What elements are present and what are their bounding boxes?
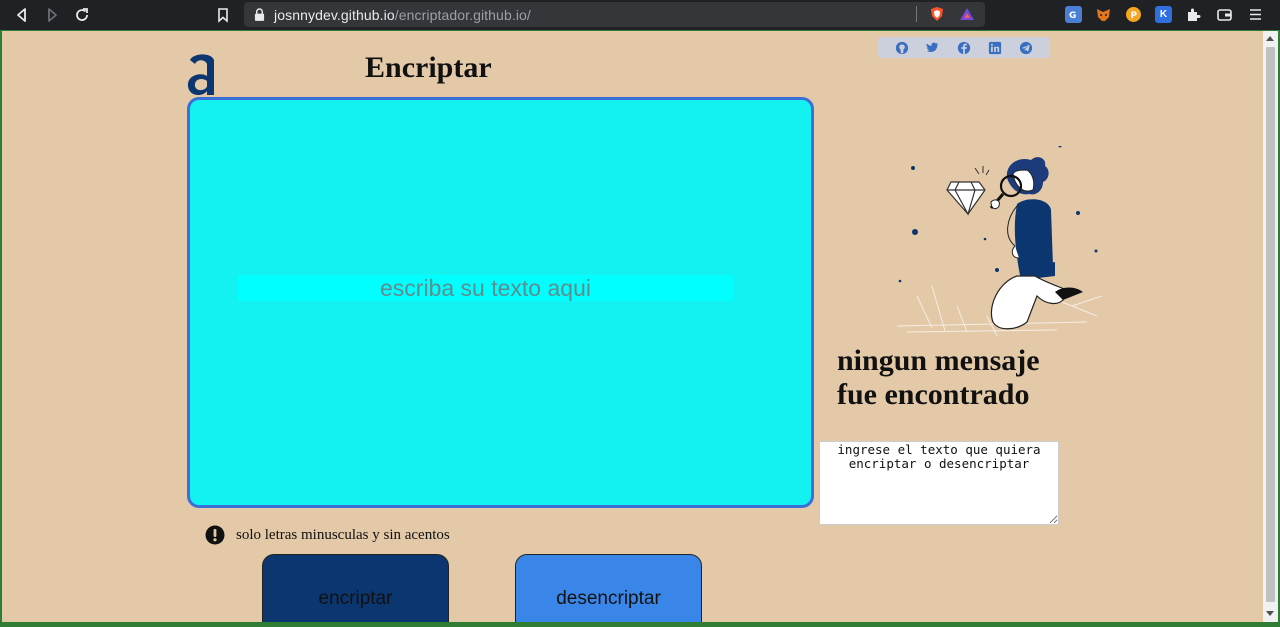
urlbar-divider — [916, 6, 917, 22]
address-bar[interactable]: josnnydev.github.io/encriptador.github.i… — [244, 2, 985, 27]
decrypt-button[interactable]: desencriptar — [515, 554, 702, 622]
scroll-up-icon[interactable] — [1266, 36, 1274, 41]
output-textarea[interactable] — [819, 441, 1059, 525]
scroll-down-icon[interactable] — [1266, 611, 1274, 616]
empty-message-heading: ningun mensaje fue encontrado — [837, 344, 1040, 412]
coin-extension-icon[interactable]: P — [1125, 6, 1142, 23]
text-input[interactable] — [238, 275, 733, 301]
vertical-scrollbar[interactable] — [1263, 31, 1278, 622]
encrypt-button[interactable]: encriptar — [262, 554, 449, 622]
brave-shield-icon[interactable] — [928, 5, 945, 22]
twitter-icon[interactable] — [925, 40, 940, 55]
empty-message-line-1: ningun mensaje — [837, 344, 1040, 377]
lock-icon — [254, 8, 266, 22]
svg-text:P: P — [1131, 11, 1138, 21]
hint-row: solo letras minusculas y sin acentos — [205, 525, 450, 545]
menu-icon[interactable] — [1247, 6, 1264, 23]
telegram-icon[interactable] — [1019, 40, 1034, 55]
linkedin-icon[interactable] — [988, 40, 1003, 55]
browser-toolbar: josnnydev.github.io/encriptador.github.i… — [0, 0, 1280, 30]
reload-button[interactable] — [72, 5, 92, 25]
page-viewport: Encriptar escriba su texto aqui ningun m… — [2, 31, 1263, 622]
brave-rewards-icon[interactable] — [958, 5, 975, 22]
empty-message-line-2: fue encontrado — [837, 378, 1030, 411]
exclamation-circle-icon — [205, 525, 225, 545]
bookmark-icon — [218, 8, 228, 23]
svg-text:G: G — [1069, 11, 1076, 21]
github-icon[interactable] — [894, 40, 909, 55]
url-text: josnnydev.github.io/encriptador.github.i… — [274, 7, 531, 23]
reload-icon — [76, 8, 88, 21]
extensions-puzzle-icon[interactable] — [1185, 6, 1202, 23]
facebook-icon[interactable] — [956, 40, 971, 55]
text-input-panel[interactable] — [187, 97, 814, 508]
k-extension-icon[interactable]: K — [1155, 6, 1172, 23]
page-title: Encriptar — [365, 51, 492, 84]
back-button[interactable] — [12, 5, 32, 25]
wallet-icon[interactable] — [1216, 6, 1233, 23]
url-path: /encriptador.github.io/ — [394, 6, 531, 23]
forward-icon — [48, 8, 57, 22]
hint-text: solo letras minusculas y sin acentos — [236, 526, 450, 543]
metamask-extension-icon[interactable] — [1095, 6, 1112, 23]
bookmark-button[interactable] — [213, 5, 233, 25]
alura-logo — [187, 54, 214, 96]
url-host: josnnydev.github.io — [274, 6, 395, 23]
translate-extension-icon[interactable]: G — [1065, 6, 1082, 23]
social-links-bar — [878, 37, 1050, 58]
scroll-thumb[interactable] — [1266, 47, 1275, 602]
search-illustration — [896, 146, 1103, 337]
forward-button[interactable] — [42, 5, 62, 25]
back-icon — [17, 8, 26, 22]
